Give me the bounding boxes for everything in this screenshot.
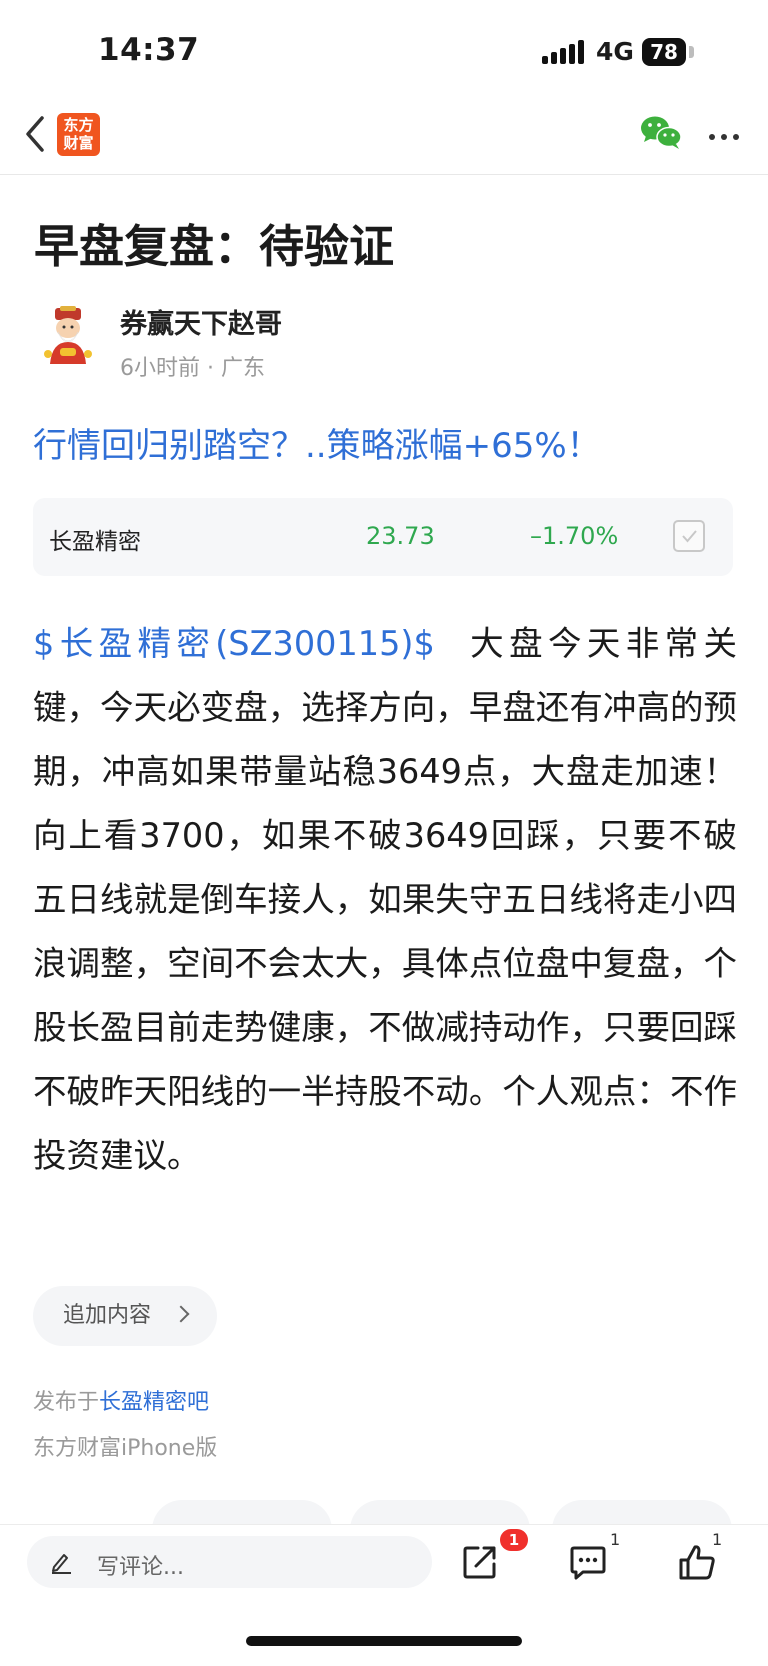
article-title: 早盘复盘：待验证 xyxy=(34,220,395,273)
share-icon[interactable] xyxy=(462,1544,498,1580)
author-name[interactable]: 券赢天下赵哥 xyxy=(120,302,282,341)
published-prefix: 发布于 xyxy=(33,1390,100,1415)
wechat-icon[interactable] xyxy=(640,114,682,150)
article-body-text: 大盘今天非常关键，今天必变盘，选择方向，早盘还有冲高的预期，冲高如果带量站稳36… xyxy=(33,624,737,1175)
battery-cap xyxy=(689,46,694,58)
more-icon[interactable] xyxy=(706,128,742,140)
comment-input[interactable]: 写评论... xyxy=(27,1536,432,1588)
app-logo[interactable]: 东方 财富 xyxy=(57,113,100,156)
stock-price: 23.73 xyxy=(366,522,435,550)
nav-divider xyxy=(0,174,768,175)
comment-icon[interactable] xyxy=(569,1546,607,1580)
network-label: 4G xyxy=(596,37,634,66)
logo-line-2: 财富 xyxy=(63,134,94,152)
stock-change: –1.70% xyxy=(530,522,619,550)
add-content-label: 追加内容 xyxy=(63,1303,152,1328)
stock-name: 长盈精密 xyxy=(49,529,141,555)
published-in: 发布于长盈精密吧 xyxy=(33,1384,209,1416)
stock-tag-link[interactable]: $长盈精密(SZ300115)$ xyxy=(33,624,435,663)
pencil-icon xyxy=(49,1550,73,1574)
promo-link[interactable]: 行情回归别踏空？..策略涨幅+65%！ xyxy=(33,418,601,467)
battery-icon: 78 xyxy=(642,38,686,66)
client-label: 东方财富iPhone版 xyxy=(33,1436,218,1461)
back-icon[interactable] xyxy=(18,112,62,156)
like-count: 1 xyxy=(712,1530,723,1549)
comment-count: 1 xyxy=(610,1530,621,1549)
comment-placeholder: 写评论... xyxy=(97,1555,184,1580)
status-time: 14:37 xyxy=(98,32,200,68)
avatar[interactable] xyxy=(40,306,96,366)
logo-line-1: 东方 xyxy=(63,116,94,134)
home-indicator[interactable] xyxy=(246,1636,522,1646)
post-meta: 6小时前 · 广东 xyxy=(120,356,265,381)
bar-link[interactable]: 长盈精密吧 xyxy=(99,1390,209,1415)
add-content-button[interactable]: 追加内容 xyxy=(33,1286,217,1346)
stock-card[interactable]: 长盈精密 23.73 –1.70% xyxy=(33,498,733,576)
like-icon[interactable] xyxy=(678,1543,716,1581)
checkbox-icon[interactable] xyxy=(673,520,705,552)
signal-icon xyxy=(542,40,586,64)
chevron-right-icon xyxy=(172,1305,190,1323)
article-body: $长盈精密(SZ300115)$ 大盘今天非常关键，今天必变盘，选择方向，早盘还有… xyxy=(33,612,737,1188)
share-badge: 1 xyxy=(500,1529,528,1551)
